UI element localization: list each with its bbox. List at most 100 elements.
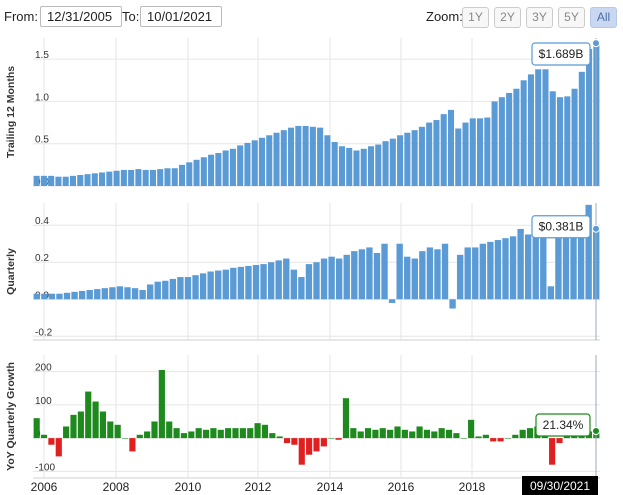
bar <box>99 172 106 186</box>
bar <box>462 122 469 186</box>
bar <box>91 173 98 186</box>
y-tick-label: -0.2 <box>35 327 53 338</box>
bar <box>517 228 524 300</box>
bar <box>419 251 426 300</box>
bar <box>346 147 353 186</box>
bar <box>94 289 101 300</box>
bar <box>350 428 357 439</box>
bar <box>509 236 517 300</box>
bar <box>199 273 207 300</box>
bar <box>169 278 177 300</box>
bar <box>586 48 593 186</box>
bar <box>222 269 229 300</box>
bar <box>269 433 276 439</box>
bar <box>151 421 158 439</box>
bar <box>441 243 449 300</box>
bar <box>251 140 258 186</box>
bar <box>69 175 77 186</box>
bar <box>244 142 251 186</box>
bar <box>487 241 494 300</box>
bar <box>166 421 173 439</box>
bar <box>313 262 320 300</box>
bar <box>84 174 91 186</box>
bar <box>482 434 489 439</box>
bar <box>549 438 556 465</box>
x-tick-label: 2010 <box>175 480 202 494</box>
bar <box>158 369 165 439</box>
bar <box>484 117 491 186</box>
bar <box>280 130 287 186</box>
bar <box>513 88 520 186</box>
bar <box>109 287 116 300</box>
bar <box>101 288 108 300</box>
bar <box>409 431 416 439</box>
bar <box>188 431 195 439</box>
bar <box>320 258 328 300</box>
y-tick-label: 200 <box>35 363 52 374</box>
bar <box>177 277 184 300</box>
bar <box>171 168 178 186</box>
bar <box>416 426 423 439</box>
bar <box>535 69 542 186</box>
bar <box>379 428 386 439</box>
bar <box>237 266 245 300</box>
bar <box>317 127 324 186</box>
bar <box>120 169 127 186</box>
bar <box>411 258 418 300</box>
bar <box>147 284 154 300</box>
bar <box>381 243 388 300</box>
bar <box>55 438 62 457</box>
bar <box>78 290 86 300</box>
bar <box>434 249 441 300</box>
bar <box>411 130 418 186</box>
y-tick-label: 0.2 <box>35 253 49 264</box>
financial-chart: 0.00.51.01.5$1.689BTrailing 12 Months-0.… <box>5 38 600 495</box>
bar <box>298 277 305 300</box>
bar <box>106 171 113 186</box>
bar <box>388 299 396 303</box>
latest-point-marker <box>592 39 600 48</box>
bar <box>320 438 327 447</box>
bar <box>63 292 71 300</box>
bar <box>239 428 246 439</box>
bar <box>70 414 77 439</box>
bar <box>498 97 505 186</box>
bar <box>247 428 254 439</box>
bar <box>288 127 295 186</box>
bar <box>245 265 252 300</box>
bar <box>440 114 447 186</box>
bar <box>114 424 121 439</box>
bar <box>343 254 350 300</box>
bar <box>273 132 280 186</box>
bar <box>124 287 131 300</box>
bar <box>342 398 350 439</box>
bar <box>549 91 556 186</box>
bar <box>357 431 364 439</box>
bar <box>367 146 375 186</box>
bar <box>302 125 309 186</box>
y-tick-label: 1.0 <box>35 92 49 103</box>
bar <box>261 424 269 439</box>
x-tick-label: 2016 <box>388 480 415 494</box>
bar <box>267 262 275 300</box>
bar <box>135 169 142 186</box>
bar <box>562 228 570 300</box>
bar <box>360 148 367 186</box>
bar <box>229 148 236 186</box>
bar <box>431 431 438 439</box>
bar <box>555 230 562 300</box>
bar <box>202 429 210 439</box>
bar <box>556 438 563 444</box>
bar <box>55 176 62 186</box>
bar <box>33 293 40 300</box>
bar <box>366 247 373 300</box>
bar <box>404 256 411 300</box>
bar <box>578 71 585 186</box>
bar <box>525 234 532 300</box>
value-tooltip-text: $0.381B <box>539 220 584 234</box>
bar <box>449 299 456 309</box>
bar <box>62 176 69 186</box>
bar <box>472 247 479 300</box>
bar <box>142 169 149 186</box>
bar <box>438 428 445 439</box>
